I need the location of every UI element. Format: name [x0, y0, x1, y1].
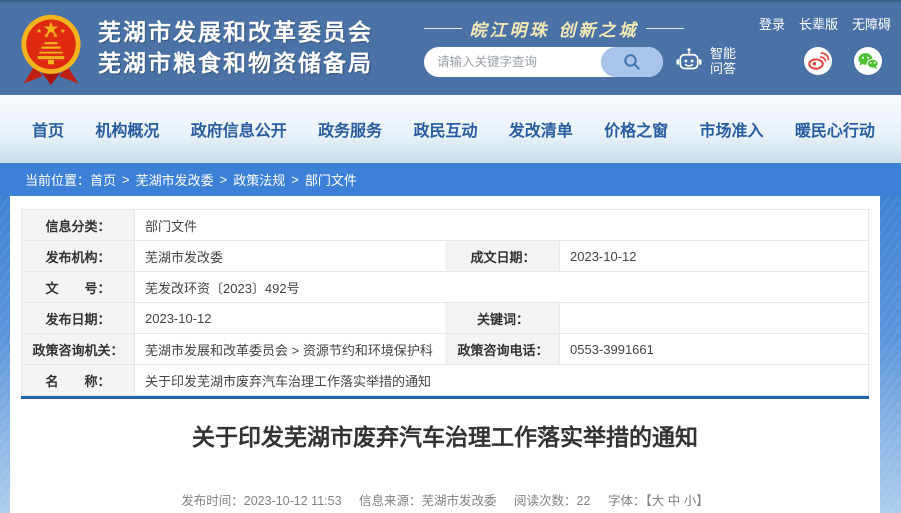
login-link[interactable]: 登录 — [759, 14, 785, 33]
wechat-button[interactable] — [854, 47, 882, 75]
smart-qa-label: 智能 问答 — [710, 46, 736, 76]
font-size-label: 字体： — [608, 494, 646, 508]
document-panel: 信息分类： 部门文件 发布机构： 芜湖市发改委 成文日期： 2023-10-12… — [10, 196, 880, 513]
issuing-agency-value: 芜湖市发改委 — [135, 241, 447, 272]
table-row: 政策咨询机关： 芜湖市发展和改革委员会 > 资源节约和环境保护科 政策咨询电话：… — [22, 334, 869, 365]
nav-item-public-interaction[interactable]: 政民互动 — [413, 117, 477, 141]
national-emblem-icon — [14, 8, 88, 88]
page-title: 关于印发芜湖市废弃汽车治理工作落实举措的通知 — [21, 424, 869, 450]
publish-time-value: 2023-10-12 11:53 — [244, 494, 342, 508]
views-label: 阅读次数： — [514, 494, 577, 508]
main-nav: 首页 机构概况 政府信息公开 政务服务 政民互动 发改清单 价格之窗 市场准入 … — [0, 95, 901, 163]
keywords-label: 关键词： — [447, 303, 560, 334]
breadcrumb-separator: > — [291, 172, 299, 187]
robot-icon — [674, 46, 704, 76]
site-header: 芜湖市发展和改革委员会 芜湖市粮食和物资储备局 皖江明珠 创新之城 登录 长辈版… — [0, 0, 901, 95]
document-info-table: 信息分类： 部门文件 发布机构： 芜湖市发改委 成文日期： 2023-10-12… — [21, 209, 869, 396]
table-bottom-rule — [21, 396, 869, 399]
issuing-agency-label: 发布机构： — [22, 241, 135, 272]
table-row: 发布机构： 芜湖市发改委 成文日期： 2023-10-12 — [22, 241, 869, 272]
publish-time-label: 发布时间： — [181, 494, 244, 508]
search-icon — [622, 52, 642, 72]
breadcrumb-separator: > — [220, 172, 228, 187]
keywords-value — [560, 303, 869, 334]
written-date-value: 2023-10-12 — [560, 241, 869, 272]
breadcrumb-home[interactable]: 首页 — [90, 170, 116, 189]
nav-item-info-disclosure[interactable]: 政府信息公开 — [191, 117, 287, 141]
doc-number-value: 芜发改环资〔2023〕492号 — [135, 272, 869, 303]
written-date-label: 成文日期： — [447, 241, 560, 272]
policy-consult-phone-label: 政策咨询电话： — [447, 334, 560, 365]
info-category-value: 部门文件 — [135, 210, 869, 241]
smart-qa-button[interactable]: 智能 问答 — [674, 46, 736, 76]
nav-item-gov-services[interactable]: 政务服务 — [318, 117, 382, 141]
font-size-small[interactable]: 小 — [684, 494, 697, 508]
search-button[interactable] — [601, 47, 663, 77]
slogan-line-left — [424, 28, 462, 29]
search-bar — [424, 47, 663, 77]
breadcrumb-dept-documents[interactable]: 部门文件 — [305, 170, 357, 189]
table-row: 文 号： 芜发改环资〔2023〕492号 — [22, 272, 869, 303]
policy-consult-agency-label: 政策咨询机关： — [22, 334, 135, 365]
page-background: 信息分类： 部门文件 发布机构： 芜湖市发改委 成文日期： 2023-10-12… — [0, 196, 901, 513]
elder-version-link[interactable]: 长辈版 — [799, 14, 838, 33]
font-size-medium[interactable]: 中 — [668, 494, 681, 508]
site-brand: 芜湖市发展和改革委员会 芜湖市粮食和物资储备局 — [14, 8, 373, 88]
slogan-text: 皖江明珠 创新之城 — [470, 16, 639, 41]
weibo-button[interactable] — [804, 47, 832, 75]
table-row: 信息分类： 部门文件 — [22, 210, 869, 241]
source-value: 芜湖市发改委 — [422, 494, 497, 508]
policy-consult-agency-value: 芜湖市发展和改革委员会 > 资源节约和环境保护科 — [135, 334, 447, 365]
slogan: 皖江明珠 创新之城 — [424, 16, 684, 41]
policy-consult-phone-value: 0553-3991661 — [560, 334, 869, 365]
breadcrumb-label: 当前位置： — [25, 170, 90, 189]
table-row: 名 称： 关于印发芜湖市废弃汽车治理工作落实举措的通知 — [22, 365, 869, 396]
breadcrumb: 当前位置： 首页 > 芜湖市发改委 > 政策法规 > 部门文件 — [0, 163, 901, 196]
breadcrumb-separator: > — [122, 172, 130, 187]
doc-name-value: 关于印发芜湖市废弃汽车治理工作落实举措的通知 — [135, 365, 869, 396]
article-meta: 发布时间：2023-10-12 11:53 信息来源：芜湖市发改委 阅读次数：2… — [21, 490, 869, 509]
doc-name-label: 名 称： — [22, 365, 135, 396]
info-category-label: 信息分类： — [22, 210, 135, 241]
font-bracket-close: 】 — [696, 494, 709, 508]
slogan-line-right — [646, 28, 684, 29]
nav-item-ndrc-list[interactable]: 发改清单 — [509, 117, 573, 141]
nav-item-warm-heart-actions[interactable]: 暖民心行动 — [795, 117, 875, 141]
accessibility-link[interactable]: 无障碍 — [852, 14, 891, 33]
publish-date-label: 发布日期： — [22, 303, 135, 334]
top-links: 登录 长辈版 无障碍 — [759, 14, 891, 33]
nav-item-home[interactable]: 首页 — [32, 117, 64, 141]
wechat-icon — [854, 47, 882, 75]
site-title-line2: 芜湖市粮食和物资储备局 — [98, 48, 373, 79]
search-input[interactable] — [424, 47, 601, 77]
views-value: 22 — [577, 494, 591, 508]
weibo-icon — [804, 47, 832, 75]
publish-date-value: 2023-10-12 — [135, 303, 447, 334]
font-size-large[interactable]: 大 — [652, 494, 665, 508]
nav-item-org-overview[interactable]: 机构概况 — [95, 117, 159, 141]
breadcrumb-wuhu-ndrc[interactable]: 芜湖市发改委 — [136, 170, 214, 189]
nav-item-price-window[interactable]: 价格之窗 — [604, 117, 668, 141]
table-row: 发布日期： 2023-10-12 关键词： — [22, 303, 869, 334]
nav-item-market-access[interactable]: 市场准入 — [700, 117, 764, 141]
breadcrumb-policies[interactable]: 政策法规 — [233, 170, 285, 189]
site-title-line1: 芜湖市发展和改革委员会 — [98, 17, 373, 48]
source-label: 信息来源： — [359, 494, 422, 508]
doc-number-label: 文 号： — [22, 272, 135, 303]
